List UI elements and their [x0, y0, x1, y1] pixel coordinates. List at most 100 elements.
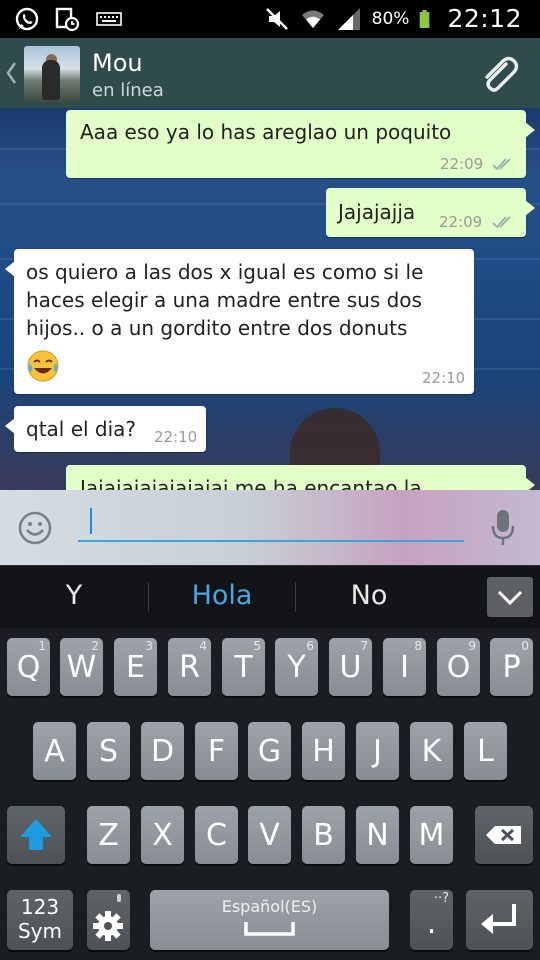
key-v[interactable]: V	[248, 806, 291, 864]
key-letter: V	[259, 818, 280, 853]
key-letter: N	[366, 818, 389, 853]
suggestion-item-selected[interactable]: Hola	[162, 580, 282, 611]
key-letter: T	[234, 650, 253, 685]
key-k[interactable]: K	[410, 722, 453, 780]
key-letter: H	[312, 734, 335, 769]
message-text: Aaa eso ya lo has areglao un poquito	[80, 120, 452, 144]
message-time: 22:10	[422, 369, 466, 387]
key-letter: R	[179, 650, 200, 685]
shift-key[interactable]	[7, 806, 65, 864]
key-d[interactable]: D	[141, 722, 184, 780]
enter-key[interactable]	[466, 890, 533, 950]
message-time: 22:10	[154, 428, 198, 446]
key-x[interactable]: X	[141, 806, 184, 864]
key-c[interactable]: C	[195, 806, 238, 864]
read-ticks-icon	[492, 158, 511, 171]
key-letter: L	[477, 734, 494, 769]
key-y[interactable]: 6Y	[275, 638, 318, 696]
battery-percent: 80%	[371, 8, 410, 29]
key-letter: I	[400, 650, 409, 685]
message-bubble-incoming[interactable]: qtal el dia? 22:10	[5, 406, 206, 452]
keyboard-icon	[96, 12, 122, 26]
message-bubble-incoming[interactable]: os quiero a las dos x igual es como si l…	[5, 249, 474, 394]
key-z[interactable]: Z	[87, 806, 130, 864]
suggestion-divider	[295, 582, 296, 612]
key-u[interactable]: 7U	[329, 638, 372, 696]
text-caret	[90, 508, 92, 534]
key-p[interactable]: 0P	[490, 638, 533, 696]
key-letter: K	[421, 734, 442, 769]
key-letter: A	[44, 734, 65, 769]
read-ticks-icon	[492, 216, 511, 229]
notification-icon	[55, 7, 80, 32]
backspace-key[interactable]	[475, 806, 533, 864]
settings-gear-icon	[93, 894, 123, 941]
settings-key[interactable]	[87, 890, 130, 950]
message-text: qtal el dia?	[26, 417, 137, 441]
wifi-icon	[301, 10, 324, 28]
suggestion-strip: Y Hola No	[0, 565, 540, 628]
key-q[interactable]: 1Q	[7, 638, 50, 696]
key-t[interactable]: 5T	[222, 638, 265, 696]
key-letter: E	[126, 650, 145, 685]
suggestion-divider	[148, 582, 149, 612]
collapse-chevron-icon	[497, 590, 523, 606]
on-screen-keyboard: 1Q 2W 3E 4R 5T 6Y 7U 8I 9O 0P A S D F G …	[0, 628, 540, 960]
key-s[interactable]: S	[87, 722, 130, 780]
period-key[interactable]: ··? .	[410, 890, 453, 950]
message-bubble-outgoing[interactable]: Jajajajja 22:09	[326, 188, 535, 237]
space-bar-icon	[244, 922, 295, 936]
period-key-label: .	[426, 906, 437, 941]
key-m[interactable]: M	[410, 806, 453, 864]
key-h[interactable]: H	[302, 722, 345, 780]
key-letter: C	[206, 818, 227, 853]
back-chevron-icon[interactable]	[4, 60, 18, 86]
key-l[interactable]: L	[464, 722, 507, 780]
key-f[interactable]: F	[195, 722, 238, 780]
key-letter: J	[373, 734, 382, 769]
emoji-icon[interactable]	[16, 509, 54, 547]
symbols-key-line2: Sym	[17, 919, 62, 943]
status-bar: 80% 22:12	[0, 0, 540, 38]
key-letter: O	[446, 650, 471, 685]
message-line: os quiero a las dos x igual es como si l…	[26, 260, 424, 284]
key-n[interactable]: N	[356, 806, 399, 864]
whatsapp-icon	[15, 7, 39, 31]
collapse-keyboard-button[interactable]	[487, 577, 533, 617]
space-key[interactable]: Español(ES)	[150, 890, 389, 950]
key-w[interactable]: 2W	[60, 638, 103, 696]
avatar[interactable]	[24, 46, 80, 102]
key-r[interactable]: 4R	[168, 638, 211, 696]
chat-area[interactable]: Aaa eso ya lo has areglao un poquito 22:…	[0, 108, 540, 490]
message-line: haces elegir a una madre entre sus dos	[26, 288, 422, 312]
symbols-key-line1: 123	[20, 895, 60, 919]
key-o[interactable]: 9O	[437, 638, 480, 696]
message-bubble-outgoing[interactable]: Aaa eso ya lo has areglao un poquito 22:…	[66, 110, 535, 178]
key-letter: Z	[98, 818, 119, 853]
clock: 22:12	[447, 4, 522, 33]
contact-name[interactable]: Mou	[92, 49, 143, 77]
microphone-icon[interactable]	[490, 508, 516, 548]
paperclip-icon[interactable]	[478, 54, 520, 96]
contact-status: en línea	[92, 80, 164, 101]
shift-icon	[20, 819, 52, 850]
enter-icon	[481, 904, 516, 934]
key-j[interactable]: J	[356, 722, 399, 780]
symbols-key[interactable]: 123 Sym	[7, 890, 73, 950]
key-g[interactable]: G	[248, 722, 291, 780]
key-a[interactable]: A	[33, 722, 76, 780]
key-b[interactable]: B	[302, 806, 345, 864]
message-composer	[0, 490, 540, 565]
key-i[interactable]: 8I	[383, 638, 426, 696]
message-input[interactable]	[78, 504, 464, 542]
message-bubble-outgoing[interactable]: Jajajajajajajajaj me ha encantao la	[66, 465, 535, 490]
key-letter: U	[339, 650, 362, 685]
key-e[interactable]: 3E	[114, 638, 157, 696]
key-letter: M	[418, 818, 445, 853]
key-letter: B	[313, 818, 334, 853]
suggestion-item[interactable]: No	[309, 580, 429, 611]
battery-icon	[420, 9, 430, 28]
key-letter: Y	[287, 650, 306, 685]
signal-icon	[337, 7, 360, 30]
suggestion-item[interactable]: Y	[14, 580, 134, 611]
